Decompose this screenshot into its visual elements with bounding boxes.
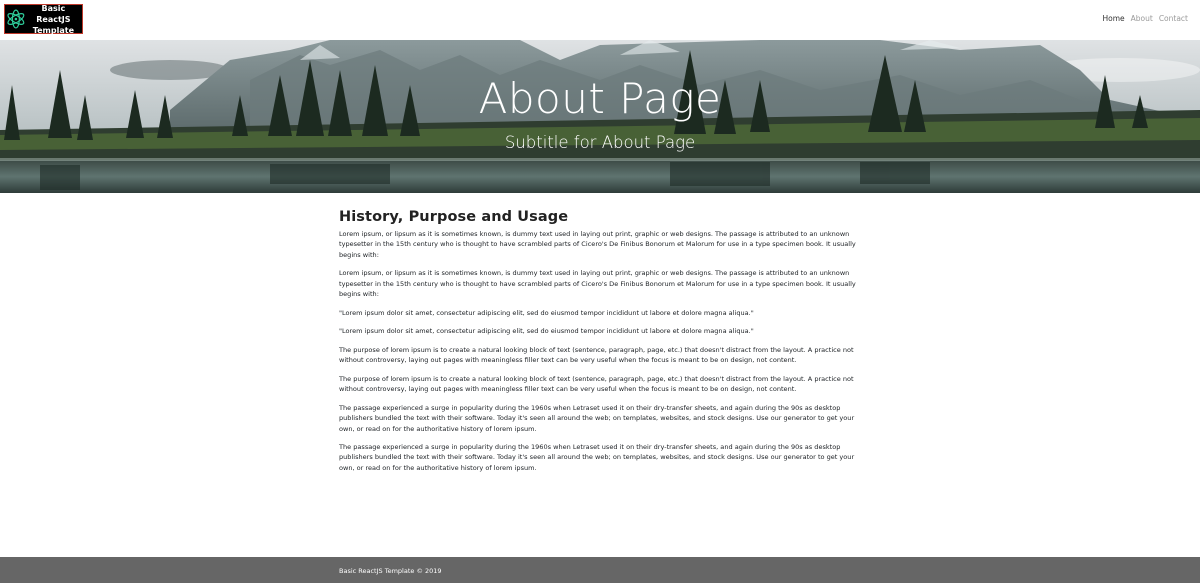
- brand-text: Basic ReactJS Template: [32, 3, 75, 35]
- section-heading: History, Purpose and Usage: [339, 209, 569, 225]
- footer-copyright: Basic ReactJS Template © 2019: [339, 567, 442, 575]
- page-title: About Page: [478, 74, 722, 123]
- paragraph: The passage experienced a surge in popul…: [339, 443, 855, 472]
- brand-logo[interactable]: Basic ReactJS Template: [4, 3, 83, 35]
- paragraph: The passage experienced a surge in popul…: [339, 403, 855, 433]
- paragraph: "Lorem ipsum dolor sit amet, consectetur…: [339, 327, 754, 336]
- main-content: History, Purpose and Usage Lorem ipsum, …: [339, 209, 861, 481]
- page-subtitle: Subtitle for About Page: [504, 133, 696, 152]
- paragraph: Lorem ipsum, or lipsum as it is sometime…: [339, 230, 856, 259]
- footer: Basic ReactJS Template © 2019: [0, 557, 1200, 583]
- paragraph: The purpose of lorem ipsum is to create …: [339, 374, 854, 394]
- nav-links: Home About Contact: [1102, 14, 1188, 23]
- nav-link-contact[interactable]: Contact: [1159, 14, 1188, 23]
- react-logo-icon: [7, 9, 25, 29]
- paragraph: The purpose of lorem ipsum is to create …: [339, 345, 854, 365]
- nav-link-about[interactable]: About: [1131, 14, 1153, 23]
- hero-banner: About Page Subtitle for About Page: [0, 40, 1200, 193]
- navbar: Basic ReactJS Template Home About Contac…: [0, 0, 1200, 40]
- nav-link-home[interactable]: Home: [1102, 14, 1124, 23]
- paragraph: Lorem ipsum, or lipsum as it is sometime…: [339, 269, 856, 298]
- paragraph: "Lorem ipsum dolor sit amet, consectetur…: [339, 308, 754, 317]
